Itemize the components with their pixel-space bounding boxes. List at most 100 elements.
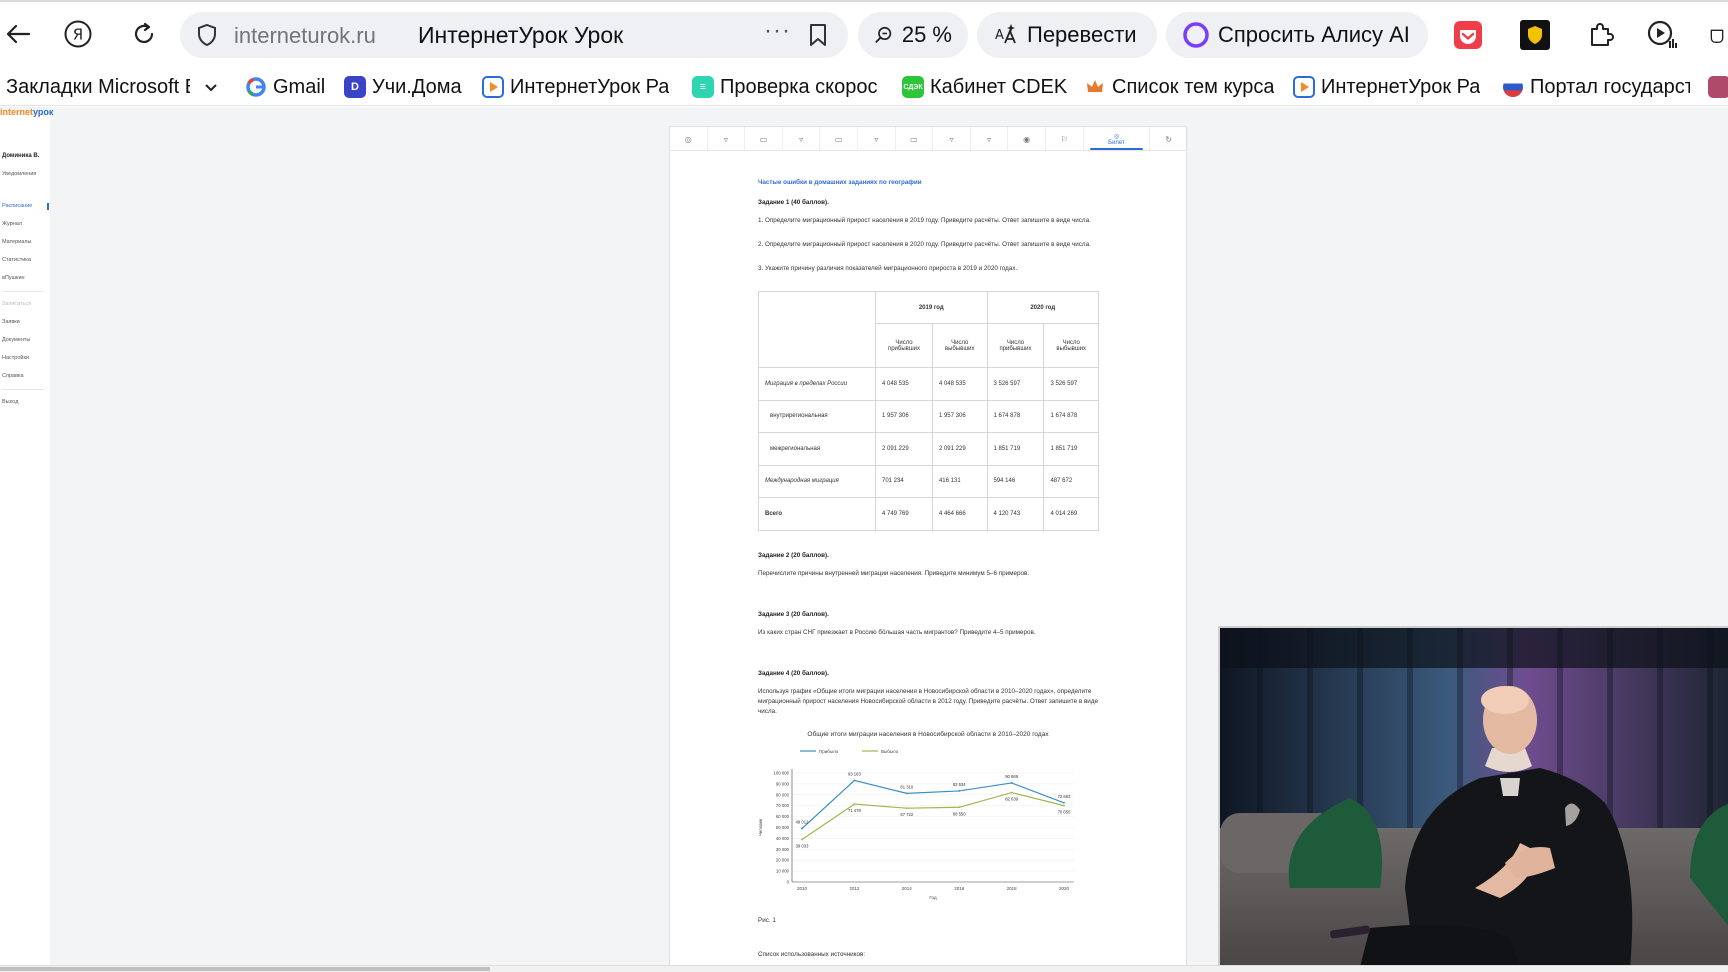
bookmark-uchi-doma[interactable]: D Учи.Дома (344, 72, 462, 102)
sidebar-item-documents[interactable]: Документы (2, 337, 30, 343)
migration-chart: Общие итоги миграции населения в Новосиб… (758, 731, 1098, 901)
bookmark-overflow[interactable] (1708, 72, 1728, 102)
y-tick-label: 10 000 (776, 869, 790, 874)
data-point (853, 803, 856, 805)
bookmark-label: ИнтернетУрок Ра (1321, 75, 1481, 98)
sidebar-item-enroll[interactable]: Записаться (2, 301, 31, 307)
y-tick-label: 20 000 (776, 858, 790, 863)
presenter-video-frame (1220, 628, 1728, 965)
site-logo[interactable]: internetурок (0, 107, 53, 117)
table-cell: 1 674 878 (986, 399, 1045, 433)
url-domain[interactable]: interneturok.ru (234, 23, 376, 49)
address-bar[interactable]: interneturok.ru ИнтернетУрок Урок ··· (180, 12, 848, 58)
bookmark-gosuslugi[interactable]: Портал государст (1502, 72, 1690, 102)
shield-icon[interactable] (196, 23, 218, 52)
alice-icon (1183, 22, 1209, 48)
step-slide-icon[interactable]: ▭ (820, 127, 858, 151)
extensions-puzzle-icon[interactable] (1585, 19, 1617, 51)
y-tick-label: 60 000 (776, 814, 790, 819)
sidebar-item-materials[interactable]: Материалы (2, 239, 31, 245)
site-sidebar: Доминика В. Уведомления Расписание Журна… (0, 115, 50, 965)
bookmark-course-topics[interactable]: Список тем курса (1084, 72, 1274, 102)
bookmark-icon[interactable] (808, 23, 828, 52)
bookmark-speedtest[interactable]: ≡ Проверка скорос (692, 72, 877, 102)
bookmark-gmail[interactable]: Gmail (245, 72, 325, 102)
tab-title: ИнтернетУрок Урок (418, 22, 624, 48)
table-corner-cell (758, 291, 876, 368)
data-label: 70 055 (1058, 810, 1071, 815)
sidebar-item-schedule[interactable]: Расписание (2, 203, 32, 209)
task1-question-1: 1. Определите миграционный прирост насел… (758, 217, 1091, 224)
task3-text: Из каких стран СНГ приезжает в Россию бо… (758, 629, 1036, 636)
row-label: межрегиональная (758, 432, 876, 466)
step-ticket-active[interactable]: ◎ Билет (1084, 127, 1151, 151)
y-tick-label: 80 000 (776, 792, 790, 797)
sidebar-item-journal[interactable]: Журнал (2, 221, 22, 227)
shield-extension-icon[interactable] (1519, 19, 1551, 51)
step-refresh-icon[interactable]: ↻ (1150, 127, 1188, 151)
y-tick-label: 0 (787, 880, 790, 885)
bookmark-label: Кабинет CDEK (930, 75, 1068, 98)
bookmark-label: Учи.Дома (372, 75, 462, 98)
sidebar-item-requests[interactable]: Заявки (2, 319, 20, 325)
step-slide-icon[interactable]: ▭ (896, 127, 934, 151)
sidebar-item-logout[interactable]: Выход (2, 399, 18, 405)
step-flag-icon[interactable]: ⚐ (1046, 127, 1084, 151)
sidebar-divider (2, 291, 44, 292)
legend-label: Выбыло (881, 749, 899, 754)
step-test-icon[interactable]: ◉ (1008, 127, 1046, 151)
sidebar-item-statistics[interactable]: Статистика (2, 257, 31, 263)
x-tick-label: 2010 (797, 886, 808, 891)
data-label: 93 163 (848, 771, 861, 776)
x-tick-label: 2014 (902, 886, 913, 891)
data-label: 83 534 (953, 782, 966, 787)
more-dots-icon[interactable]: ··· (764, 17, 791, 45)
table-row: Миграция в пределах России 4 048 535 4 0… (758, 367, 1099, 401)
table-cell: 416 131 (931, 464, 988, 498)
translate-button[interactable]: A Перевести (977, 12, 1157, 58)
bookmark-label: Проверка скорос (720, 75, 878, 98)
ask-alice-button[interactable]: Спросить Алису AI (1166, 12, 1428, 58)
sidebar-item-notifications[interactable]: Уведомления (2, 171, 36, 177)
bookmark-interneturok-1[interactable]: ИнтернетУрок Ра (482, 72, 669, 102)
data-label: 82 039 (1005, 797, 1018, 802)
back-arrow-icon[interactable] (0, 16, 36, 52)
table-cell: 4 464 666 (931, 497, 988, 531)
reload-icon[interactable] (126, 16, 162, 52)
sidebar-item-pushkin[interactable]: вПушкин (2, 275, 25, 281)
step-video-icon[interactable]: ▿ (783, 127, 821, 151)
ask-alice-label: Спросить Алису AI (1218, 22, 1410, 47)
sidebar-item-help[interactable]: Справка (2, 373, 24, 379)
horizontal-scrollbar[interactable] (0, 965, 1728, 972)
step-video-icon[interactable]: ▿ (971, 127, 1009, 151)
chevron-down-icon[interactable] (204, 76, 218, 99)
task1-question-2: 2. Определите миграционный прирост насел… (758, 241, 1091, 248)
step-slide-icon[interactable]: ▭ (745, 127, 783, 151)
pocket-extension-icon[interactable] (1452, 19, 1484, 51)
yandex-icon[interactable]: Я (60, 16, 96, 52)
video-player-icon[interactable] (1646, 19, 1678, 51)
table-year-header: 2020 год (986, 291, 1099, 324)
step-video-icon[interactable]: ▿ (708, 127, 746, 151)
step-start-icon[interactable]: ◎ (670, 127, 708, 151)
step-video-icon[interactable]: ▿ (858, 127, 896, 151)
task2-text: Перечислите причины внутренней миграции … (758, 570, 1030, 577)
row-label: Миграция в пределах России (758, 367, 876, 401)
sources-heading: Список использованных источников: (758, 951, 866, 958)
cup-extension-icon[interactable] (1708, 19, 1728, 51)
x-axis-label: Год (929, 895, 937, 900)
bookmark-cdek[interactable]: СДЭК Кабинет CDEK (902, 72, 1067, 102)
bookmark-folder-microsoft[interactable]: Закладки Microsoft E (6, 72, 218, 102)
sidebar-item-settings[interactable]: Настройки (2, 355, 29, 361)
bookmark-interneturok-2[interactable]: ИнтернетУрок Ра (1293, 72, 1480, 102)
google-icon (246, 77, 266, 97)
x-tick-label: 2012 (849, 886, 860, 891)
step-video-icon[interactable]: ▿ (933, 127, 971, 151)
table-cell: 487 672 (1043, 464, 1099, 498)
scrollbar-thumb[interactable] (0, 967, 490, 971)
data-point (1063, 801, 1065, 804)
data-label: 68 550 (953, 811, 966, 816)
row-label: Международная миграция (758, 464, 876, 498)
zoom-pill[interactable]: 25 % (858, 12, 968, 58)
user-name[interactable]: Доминика В. (2, 153, 39, 159)
